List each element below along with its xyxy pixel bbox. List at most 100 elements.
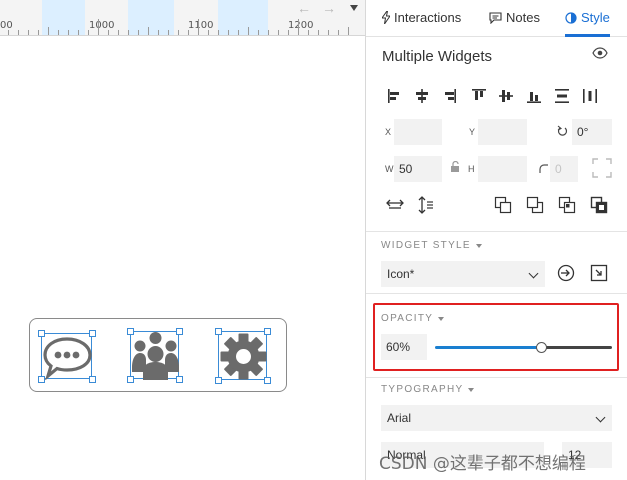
section-divider — [366, 377, 627, 378]
opacity-section-title[interactable]: OPACITY — [381, 313, 445, 324]
h-label: H — [468, 164, 475, 174]
fit-width-icon — [386, 199, 404, 209]
selection-handle[interactable] — [214, 376, 222, 384]
ruler-tick — [138, 30, 139, 35]
selection-handle[interactable] — [214, 327, 222, 335]
fit-height-button[interactable] — [417, 196, 435, 214]
selection-handle[interactable] — [37, 329, 45, 337]
ruler-tick — [268, 30, 269, 35]
ruler-tick — [198, 19, 199, 35]
ruler-tick — [98, 19, 99, 35]
ruler-tick — [208, 30, 209, 35]
speech-bubble-icon — [43, 337, 92, 381]
selection-handle[interactable] — [126, 375, 134, 383]
typography-section-title[interactable]: TYPOGRAPHY — [381, 384, 475, 395]
align-middle-icon — [499, 90, 513, 102]
ruler-tick — [148, 27, 149, 35]
selection-handle[interactable] — [263, 327, 271, 335]
y-field[interactable] — [478, 119, 527, 145]
opacity-heading: OPACITY — [381, 313, 434, 324]
ruler-tick — [158, 30, 159, 35]
distribute-horizontal-icon — [583, 89, 597, 103]
ruler-tick — [188, 30, 189, 35]
selection-handle[interactable] — [88, 329, 96, 337]
align-right-button[interactable] — [440, 87, 458, 105]
distribute-vertical-button[interactable] — [553, 87, 571, 105]
active-tab-indicator — [565, 34, 610, 37]
align-bottom-button[interactable] — [525, 87, 543, 105]
distribute-horizontal-button[interactable] — [581, 87, 599, 105]
opacity-slider-thumb[interactable] — [535, 342, 547, 353]
users-widget[interactable] — [130, 331, 179, 380]
align-middle-button[interactable] — [497, 87, 515, 105]
widget-style-section-title[interactable]: WIDGET STYLE — [381, 240, 482, 251]
design-canvas[interactable]: ← → 00 1000 1100 1200 — [0, 0, 365, 480]
selection-handle[interactable] — [37, 375, 45, 383]
align-center-button[interactable] — [413, 87, 431, 105]
app-root: ← → 00 1000 1100 1200 Interactions Notes… — [0, 0, 627, 480]
corner-frame-icon[interactable] — [592, 158, 612, 178]
x-field[interactable] — [394, 119, 442, 145]
comment-icon — [489, 11, 502, 24]
align-bottom-icon — [527, 92, 541, 103]
w-label: W — [385, 164, 394, 174]
font-family-value: Arial — [387, 411, 412, 425]
ruler-tick — [58, 30, 59, 35]
tab-notes[interactable]: Notes — [489, 10, 540, 25]
selection-handle[interactable] — [175, 375, 183, 383]
unlock-icon[interactable] — [450, 161, 460, 173]
ruler-tick — [218, 30, 219, 35]
tab-notes-label: Notes — [506, 10, 540, 25]
panel-tabs: Interactions Notes Style — [366, 0, 627, 37]
align-center-icon — [416, 89, 428, 103]
caret-down-icon — [438, 316, 445, 321]
forward-arrow-icon[interactable]: → — [322, 0, 336, 16]
back-arrow-icon[interactable]: ← — [297, 0, 311, 16]
gear-widget[interactable] — [218, 331, 267, 380]
widget-style-select[interactable]: Icon* — [381, 261, 545, 287]
send-to-back-button[interactable] — [558, 196, 576, 214]
corner-radius-field[interactable]: 0 — [550, 156, 578, 182]
bring-to-front-button[interactable] — [590, 196, 608, 214]
opacity-field[interactable]: 60% — [381, 334, 427, 360]
y-label: Y — [469, 127, 476, 137]
width-field[interactable]: 50 — [394, 156, 442, 182]
visibility-toggle[interactable] — [592, 46, 608, 64]
ruler-label: 1100 — [188, 20, 214, 31]
chevron-down-icon — [528, 268, 539, 279]
align-top-button[interactable] — [470, 87, 488, 105]
selection-handle[interactable] — [126, 327, 134, 335]
tab-interactions-label: Interactions — [394, 10, 462, 25]
ruler-tick — [128, 30, 129, 35]
bring-forward-button[interactable] — [494, 196, 512, 214]
ruler-tick — [8, 30, 9, 35]
opacity-slider-track[interactable] — [541, 346, 612, 349]
rotation-icon — [557, 125, 568, 136]
speech-bubble-widget[interactable] — [41, 333, 92, 381]
fit-width-button[interactable] — [386, 196, 404, 214]
rotation-field[interactable]: 0° — [572, 119, 612, 145]
bring-forward-icon — [494, 196, 512, 214]
selection-handle[interactable] — [263, 376, 271, 384]
send-backward-button[interactable] — [526, 196, 544, 214]
font-family-select[interactable]: Arial — [381, 405, 612, 431]
style-manager-icon[interactable] — [590, 264, 608, 282]
tab-style-label: Style — [581, 10, 610, 25]
ruler-tick — [278, 30, 279, 35]
selection-handle[interactable] — [175, 327, 183, 335]
tab-interactions[interactable]: Interactions — [382, 10, 461, 25]
ruler-menu-caret-icon[interactable] — [350, 5, 358, 11]
selection-handle[interactable] — [88, 375, 96, 383]
ruler-tick — [108, 30, 109, 35]
align-left-button[interactable] — [386, 87, 404, 105]
height-field[interactable] — [478, 156, 527, 182]
ruler-tick — [48, 27, 49, 35]
corner-radius-icon — [539, 164, 548, 173]
ruler-tick — [248, 27, 249, 35]
tab-style[interactable]: Style — [565, 10, 610, 25]
ruler-tick — [288, 30, 289, 35]
fit-height-icon — [418, 196, 433, 214]
apply-style-icon[interactable] — [557, 264, 575, 282]
style-drop-icon — [565, 12, 577, 24]
caret-down-icon — [475, 243, 482, 248]
